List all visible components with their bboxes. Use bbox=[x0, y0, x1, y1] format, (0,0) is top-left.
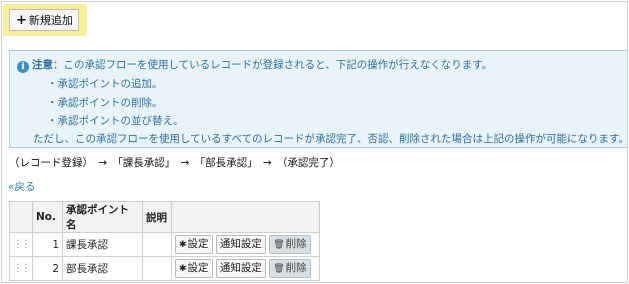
settings-label: 設定 bbox=[187, 238, 209, 250]
name-column-header: 承認ポイント名 bbox=[62, 201, 143, 233]
row-actions: ✱設定 通知設定 🗑削除 bbox=[171, 232, 320, 257]
back-link[interactable]: «戻る bbox=[8, 179, 35, 194]
settings-label: 設定 bbox=[187, 262, 209, 274]
point-name: 部長承認 bbox=[62, 256, 143, 281]
handle-column-header bbox=[9, 201, 33, 233]
point-description bbox=[142, 256, 172, 281]
info-icon: i bbox=[17, 61, 29, 73]
notice-box: i 注意：この承認フローを使用しているレコードが登録されると、下記の操作が行えなく… bbox=[9, 50, 629, 148]
notice-item: ・承認ポイントの追加。 bbox=[47, 78, 163, 90]
notice-lead: ：この承認フローを使用しているレコードが登録されると、下記の操作が行えなくなりま… bbox=[53, 59, 493, 71]
table-row: ⋮⋮ 2 部長承認 ✱設定 通知設定 🗑削除 bbox=[9, 256, 320, 281]
notice-header: i 注意：この承認フローを使用しているレコードが登録されると、下記の操作が行えなく… bbox=[17, 57, 492, 73]
drag-handle-icon[interactable]: ⋮⋮ bbox=[9, 256, 33, 281]
table-row: ⋮⋮ 1 課長承認 ✱設定 通知設定 🗑削除 bbox=[9, 232, 320, 257]
delete-label: 削除 bbox=[285, 238, 307, 250]
table-header-row: No. 承認ポイント名 説明 bbox=[9, 201, 320, 233]
row-number: 1 bbox=[32, 232, 63, 257]
row-actions: ✱設定 通知設定 🗑削除 bbox=[171, 256, 320, 281]
notice-footer: ただし、この承認フローを使用しているすべてのレコードが承認完了、否認、削除された… bbox=[33, 133, 629, 145]
delete-button[interactable]: 🗑削除 bbox=[269, 259, 311, 278]
gear-icon: ✱ bbox=[179, 240, 187, 250]
actions-column-header bbox=[171, 201, 320, 233]
add-new-button[interactable]: + 新規追加 bbox=[9, 9, 79, 31]
drag-handle-icon[interactable]: ⋮⋮ bbox=[9, 232, 33, 257]
notice-title: 注意 bbox=[32, 59, 53, 71]
settings-button[interactable]: ✱設定 bbox=[175, 259, 213, 278]
notice-item: ・承認ポイントの並び替え。 bbox=[47, 115, 184, 127]
point-name: 課長承認 bbox=[62, 232, 143, 257]
row-number: 2 bbox=[32, 256, 63, 281]
no-column-header: No. bbox=[32, 201, 63, 233]
gear-icon: ✱ bbox=[179, 264, 187, 274]
point-description bbox=[142, 232, 172, 257]
description-column-header: 説明 bbox=[142, 201, 172, 233]
delete-label: 削除 bbox=[285, 262, 307, 274]
approval-flow: （レコード登録） → 「課長承認」 → 「部長承認」 → （承認完了） bbox=[9, 157, 340, 169]
notify-settings-button[interactable]: 通知設定 bbox=[215, 259, 266, 278]
trash-icon: 🗑 bbox=[273, 240, 285, 250]
trash-icon: 🗑 bbox=[273, 264, 285, 274]
settings-button[interactable]: ✱設定 bbox=[175, 235, 213, 254]
add-new-label: 新規追加 bbox=[28, 14, 73, 27]
notice-item: ・承認ポイントの削除。 bbox=[47, 97, 163, 109]
notify-settings-button[interactable]: 通知設定 bbox=[215, 235, 266, 254]
delete-button[interactable]: 🗑削除 bbox=[269, 235, 311, 254]
plus-icon: + bbox=[16, 12, 27, 28]
approval-points-table: No. 承認ポイント名 説明 ⋮⋮ 1 課長承認 ✱設定 通知設定 🗑削除 ⋮⋮… bbox=[9, 201, 320, 281]
